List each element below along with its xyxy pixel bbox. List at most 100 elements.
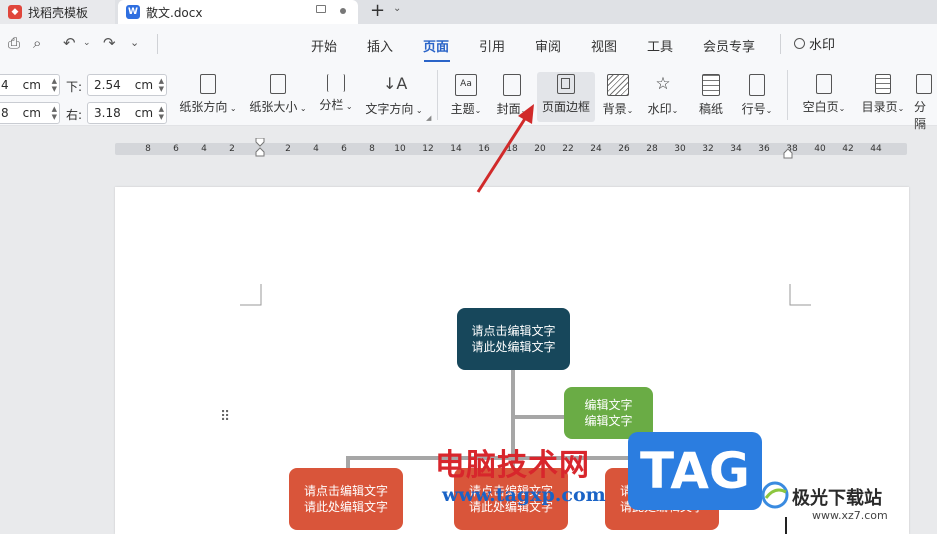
- print-preview-icon[interactable]: ⌕: [33, 34, 41, 52]
- tab-document[interactable]: W 散文.docx: [118, 0, 358, 24]
- site-watermark-url: www.tagxp.com: [442, 484, 606, 506]
- cover-icon: [503, 74, 521, 96]
- active-tab-indicator: [424, 60, 450, 62]
- node-text: 编辑文字: [584, 398, 633, 412]
- tab-bar: ◆ 找稻壳模板 W 散文.docx + ⌄: [0, 0, 937, 24]
- print-icon[interactable]: ⎙: [8, 34, 20, 52]
- ruler-number: 22: [562, 144, 574, 154]
- docer-icon: ◆: [8, 5, 22, 19]
- dialog-launcher-icon[interactable]: ◢: [426, 114, 431, 122]
- ruler-number: 42: [842, 144, 854, 154]
- ruler-number: 36: [758, 144, 770, 154]
- section-break-button[interactable]: 分隔: [914, 74, 937, 132]
- button-label: 稿纸: [698, 102, 723, 116]
- page-border-icon: [557, 74, 575, 94]
- margin-corner-top-right: [789, 284, 811, 306]
- toc-page-icon: [875, 74, 891, 94]
- node-text: 请点击编辑文字: [303, 484, 388, 498]
- menu-tab-membership[interactable]: 会员专享: [703, 36, 755, 55]
- search-icon: [794, 38, 805, 49]
- button-label: 纸张大小: [249, 100, 298, 114]
- field-value: 3.18: [94, 106, 121, 120]
- menu-tab-view[interactable]: 视图: [591, 36, 617, 55]
- tab-label: 找稻壳模板: [28, 5, 89, 20]
- divider: [437, 70, 438, 120]
- connector-line: [511, 415, 565, 419]
- drag-handle-icon[interactable]: ⠿: [220, 409, 230, 425]
- line-number-icon: [749, 74, 765, 96]
- paper-size-button[interactable]: 纸张大小 ⌄: [248, 74, 308, 115]
- brand-watermark-url: www.xz7.com: [812, 509, 888, 522]
- tab-docer-templates[interactable]: ◆ 找稻壳模板: [0, 0, 115, 24]
- redo-icon[interactable]: ↷: [103, 34, 116, 52]
- search-box[interactable]: 水印: [794, 34, 835, 53]
- toc-page-button[interactable]: 目录页⌄: [856, 74, 910, 115]
- ruler-number: 8: [145, 144, 151, 154]
- menu-tab-home[interactable]: 开始: [311, 36, 337, 55]
- spinner-icon[interactable]: ▲ ▼: [159, 105, 164, 121]
- ruler-number: 34: [730, 144, 742, 154]
- node-text: 编辑文字: [584, 414, 633, 428]
- button-label: 页面边框: [541, 100, 590, 114]
- line-number-button[interactable]: 行号⌄: [737, 74, 777, 117]
- menu-tab-insert[interactable]: 插入: [367, 36, 393, 55]
- menu-tab-references[interactable]: 引用: [479, 36, 505, 55]
- ruler-number: 14: [450, 144, 462, 154]
- manuscript-icon: [702, 74, 720, 96]
- ruler-number: 2: [229, 144, 235, 154]
- bottom-margin-field[interactable]: 2.54 cm ▲ ▼: [87, 74, 167, 96]
- top-margin-field[interactable]: 4 cm ▲ ▼: [0, 74, 60, 96]
- ruler-number: 26: [618, 144, 630, 154]
- button-label: 分栏: [319, 98, 344, 112]
- ruler-number: 6: [341, 144, 347, 154]
- paper-size-icon: [270, 74, 286, 94]
- ruler-number: 2: [285, 144, 291, 154]
- background-button[interactable]: 背景⌄: [599, 74, 637, 117]
- watermark-icon: ☆: [655, 74, 671, 94]
- org-node-root[interactable]: 请点击编辑文字 请此处编辑文字: [457, 308, 570, 370]
- unit-label: cm: [22, 106, 41, 120]
- text-direction-button[interactable]: ↓A 文字方向 ⌄: [362, 74, 426, 117]
- blank-page-button[interactable]: 空白页⌄: [797, 74, 851, 115]
- menu-tab-review[interactable]: 审阅: [535, 36, 561, 55]
- columns-icon: [327, 74, 345, 92]
- indent-marker[interactable]: [255, 137, 265, 160]
- ruler-number: 10: [394, 144, 406, 154]
- menu-tab-page[interactable]: 页面: [423, 36, 449, 55]
- chevron-down-icon[interactable]: ⌄: [83, 38, 91, 48]
- manuscript-button[interactable]: 稿纸: [692, 74, 730, 117]
- divider: [787, 70, 788, 120]
- new-tab-button[interactable]: +: [370, 0, 385, 22]
- button-label: 水印: [647, 102, 672, 116]
- monitor-icon[interactable]: [316, 5, 326, 13]
- search-label: 水印: [809, 38, 836, 53]
- left-margin-field[interactable]: 8 cm ▲ ▼: [0, 102, 60, 124]
- page-border-button[interactable]: 页面边框: [537, 72, 595, 122]
- field-value: 8: [1, 106, 9, 120]
- ribbon-page: 4 cm ▲ ▼ 8 cm ▲ ▼ 下: 2.54 cm ▲ ▼ 右: 3.18 cm…: [0, 64, 937, 131]
- word-icon: W: [126, 5, 140, 19]
- orientation-button[interactable]: 纸张方向 ⌄: [178, 74, 238, 115]
- spinner-icon[interactable]: ▲ ▼: [159, 77, 164, 93]
- node-text: 请点击编辑文字: [471, 324, 556, 338]
- chevron-down-icon[interactable]: ⌄: [393, 3, 401, 14]
- spinner-icon[interactable]: ▲ ▼: [52, 105, 57, 121]
- org-node-child-1[interactable]: 请点击编辑文字 请此处编辑文字: [289, 468, 403, 530]
- unsaved-dot-icon: [340, 8, 346, 14]
- unit-label: cm: [134, 106, 154, 120]
- node-text: 请此处编辑文字: [471, 340, 556, 354]
- watermark-button[interactable]: ☆ 水印⌄: [644, 74, 682, 117]
- field-value: 4: [1, 78, 9, 92]
- ruler-number: 32: [702, 144, 714, 154]
- more-chevron-icon[interactable]: ⌄: [130, 36, 139, 49]
- menu-tab-tools[interactable]: 工具: [647, 36, 673, 55]
- columns-button[interactable]: 分栏 ⌄: [316, 74, 356, 113]
- button-label: 背景: [602, 102, 627, 116]
- right-indent-marker[interactable]: [783, 148, 793, 160]
- undo-icon[interactable]: ↶: [63, 34, 76, 52]
- right-margin-field[interactable]: 3.18 cm ▲ ▼: [87, 102, 167, 124]
- button-label: 行号: [741, 102, 766, 116]
- spinner-icon[interactable]: ▲ ▼: [52, 77, 57, 93]
- inner-frame: [561, 78, 570, 89]
- button-label: 空白页: [802, 100, 839, 114]
